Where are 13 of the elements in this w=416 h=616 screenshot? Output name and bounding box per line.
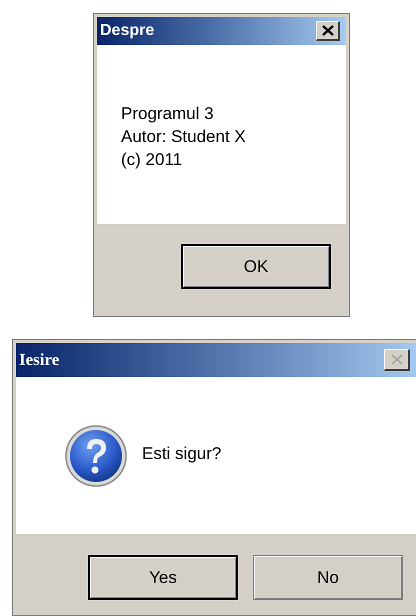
close-icon xyxy=(322,25,334,36)
message-text: Esti sigur? xyxy=(142,442,222,465)
window-title: Despre xyxy=(100,21,154,41)
message-text: Programul 3 xyxy=(121,103,215,125)
message-text: Autor: Student X xyxy=(121,126,246,148)
close-button[interactable] xyxy=(316,21,340,41)
dialog-button[interactable]: OK xyxy=(181,244,331,289)
question-icon xyxy=(64,424,128,488)
dialog-button[interactable]: No xyxy=(253,555,403,600)
close-icon xyxy=(390,354,402,365)
message-text: (c) 2011 xyxy=(121,149,184,171)
window-title: Iesire xyxy=(19,349,60,372)
dialog-button[interactable]: Yes xyxy=(88,555,238,600)
